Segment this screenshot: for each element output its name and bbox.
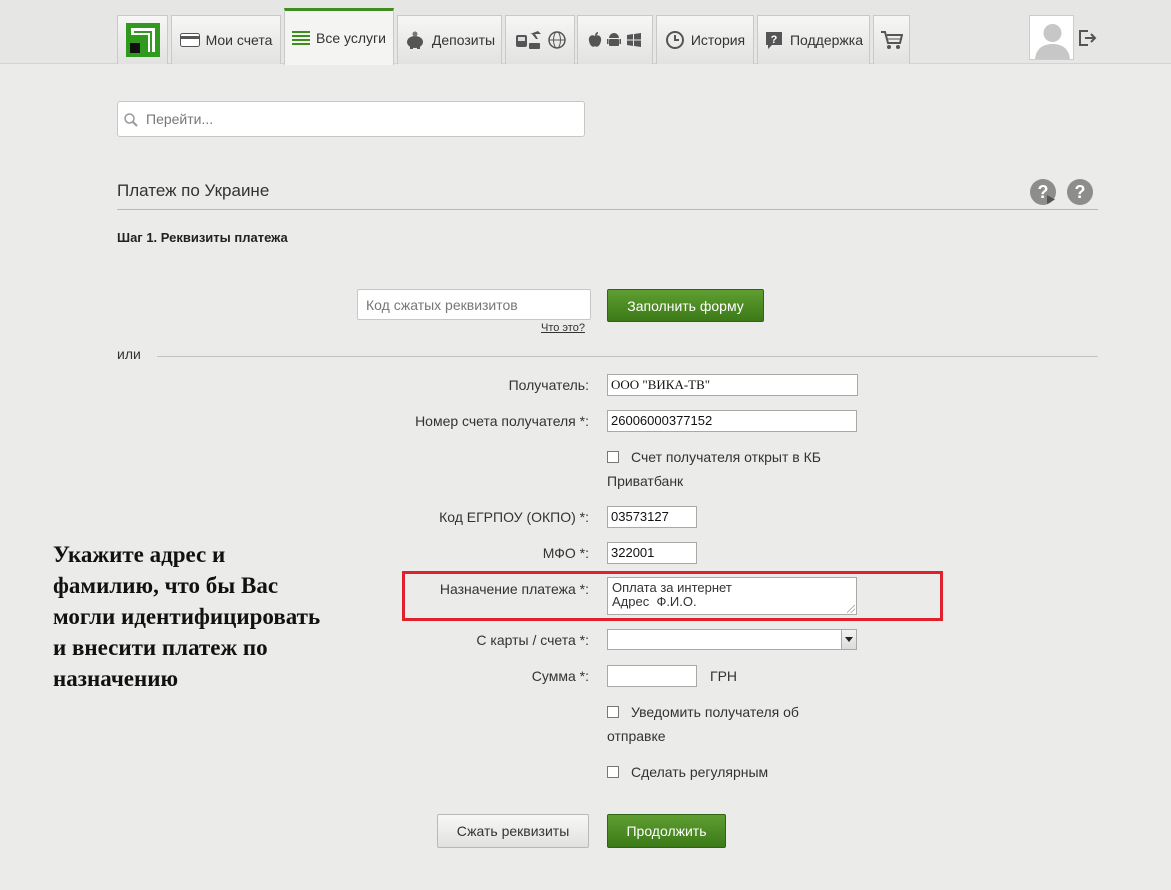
regular-payment-checkbox-row[interactable]: Сделать регулярным (607, 760, 768, 784)
top-navigation: Мои счета Все услуги Депозиты История ? … (0, 0, 1171, 65)
globe-icon (548, 31, 566, 49)
tab-label: Поддержка (789, 32, 864, 48)
tab-support[interactable]: ? Поддержка (757, 15, 870, 64)
clock-history-icon (665, 30, 685, 50)
highlight-frame (402, 571, 943, 621)
search-box[interactable] (117, 101, 585, 137)
privatbank-account-checkbox-row[interactable]: Счет получателя открыт в КБ Приватбанк (607, 445, 821, 493)
user-avatar[interactable] (1029, 15, 1074, 60)
piggy-bank-icon (404, 31, 426, 49)
chevron-down-icon[interactable] (841, 630, 856, 649)
notify-checkbox-label-cont: отправке (607, 728, 666, 744)
page-title: Платеж по Украине (117, 181, 270, 200)
card-icon (179, 33, 200, 47)
what-is-this-link[interactable]: Что это? (541, 322, 585, 334)
annotation-line: Укажите адрес и (53, 542, 226, 567)
compress-requisites-button[interactable]: Сжать реквизиты (437, 814, 589, 848)
tab-cart[interactable] (873, 15, 910, 64)
privatbank-checkbox-label: Счет получателя открыт в КБ (631, 449, 821, 465)
privatbank-checkbox-label-cont: Приватбанк (607, 473, 684, 489)
search-input[interactable] (146, 102, 576, 136)
annotation-line: фамилию, что бы Вас (53, 573, 279, 598)
title-divider (117, 209, 1098, 210)
step-title: Шаг 1. Реквизиты платежа (117, 230, 288, 245)
recipient-label: Получатель: (508, 377, 589, 393)
edrpou-label: Код ЕГРПОУ (ОКПО) *: (439, 509, 589, 525)
tab-home[interactable] (117, 15, 168, 64)
source-card-label: С карты / счета *: (476, 632, 589, 648)
amount-label: Сумма *: (531, 668, 589, 684)
notify-recipient-checkbox[interactable] (607, 706, 619, 718)
edrpou-field[interactable]: 03573127 (607, 506, 697, 528)
tab-label: Все услуги (316, 30, 386, 46)
cart-icon (880, 30, 903, 50)
privatbank-account-checkbox[interactable] (607, 451, 619, 463)
list-icon (292, 30, 311, 46)
tab-deposits[interactable]: Депозиты (397, 15, 502, 64)
notify-checkbox-label: Уведомить получателя об (631, 704, 799, 720)
regular-payment-checkbox[interactable] (607, 766, 619, 778)
source-card-select[interactable] (607, 629, 857, 650)
or-separator-label: или (117, 346, 141, 362)
windows-icon (626, 32, 642, 48)
annotation-line: и внесити платеж по (53, 635, 268, 660)
tab-travel[interactable] (505, 15, 575, 64)
fill-form-button[interactable]: Заполнить форму (607, 289, 764, 322)
tab-label: История (690, 32, 746, 48)
recipient-field[interactable]: ООО "ВИКА-ТВ" (607, 374, 858, 396)
logout-icon[interactable] (1077, 28, 1097, 48)
annotation-line: могли идентифицировать (53, 604, 321, 629)
notify-recipient-checkbox-row[interactable]: Уведомить получателя об отправке (607, 700, 799, 748)
compressed-code-input[interactable] (357, 289, 591, 320)
mfo-label: МФО *: (542, 545, 589, 561)
continue-button[interactable]: Продолжить (607, 814, 726, 848)
or-divider (157, 356, 1098, 357)
tab-my-accounts[interactable]: Мои счета (171, 15, 281, 64)
tab-history[interactable]: История (656, 15, 754, 64)
apple-icon (588, 32, 602, 48)
train-plane-icon (514, 29, 542, 51)
tab-all-services[interactable]: Все услуги (284, 8, 394, 65)
currency-label: ГРН (710, 668, 738, 684)
support-icon: ? (764, 30, 784, 50)
tab-label: Депозиты (431, 32, 496, 48)
annotation-line: назначению (53, 666, 179, 691)
instruction-annotation: Укажите адрес и фамилию, что бы Вас могл… (53, 539, 393, 694)
amount-field[interactable] (607, 665, 697, 687)
privatbank-logo (125, 23, 160, 57)
svg-text:?: ? (771, 34, 778, 46)
mfo-field[interactable]: 322001 (607, 542, 697, 564)
account-number-label: Номер счета получателя *: (415, 413, 589, 429)
tab-mobile-apps[interactable] (577, 15, 653, 64)
tab-label: Мои счета (205, 32, 273, 48)
android-icon (607, 32, 621, 48)
video-help-icon[interactable]: ? (1030, 179, 1056, 205)
regular-checkbox-label: Сделать регулярным (631, 764, 769, 780)
account-number-field[interactable]: 26006000377152 (607, 410, 857, 432)
help-icon[interactable]: ? (1067, 179, 1093, 205)
search-icon (124, 113, 138, 130)
